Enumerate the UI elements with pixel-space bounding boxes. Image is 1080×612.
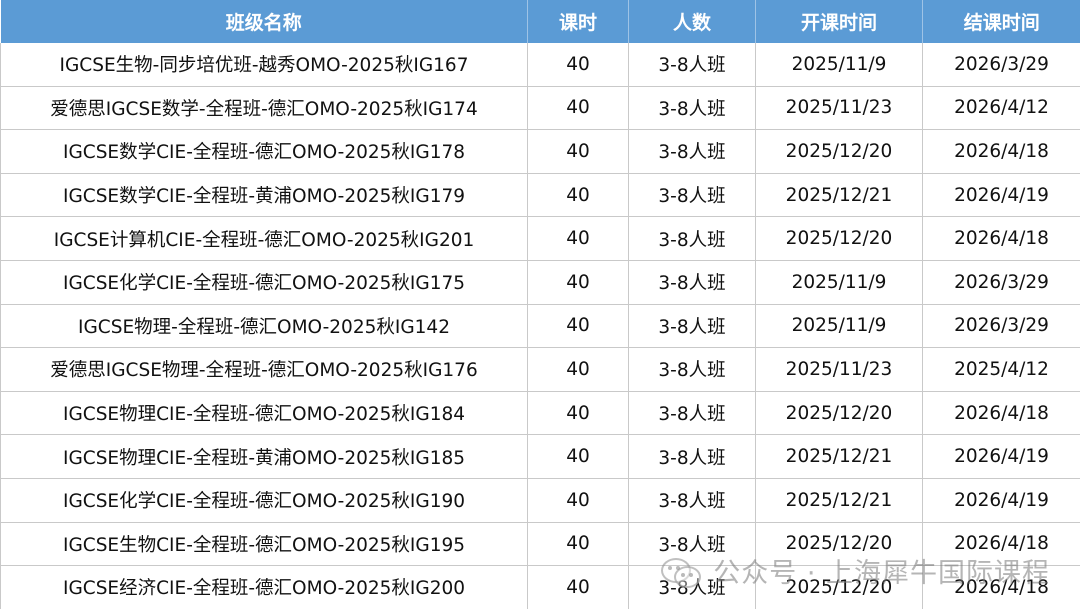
cell-hours: 40 — [527, 43, 629, 87]
table-row: IGCSE生物-同步培优班-越秀OMO-2025秋IG167 40 3-8人班 … — [0, 43, 1080, 87]
cell-hours: 40 — [527, 434, 629, 479]
watermark-text: 公众号 · 上海犀牛国际课程 — [713, 558, 1050, 589]
cell-class-name: IGCSE物理CIE-全程班-德汇OMO-2025秋IG184 — [0, 391, 528, 436]
cell-class-size: 3-8人班 — [628, 304, 756, 349]
cell-class-size: 3-8人班 — [628, 434, 756, 479]
cell-hours: 40 — [527, 391, 629, 436]
table-row: IGCSE数学CIE-全程班-黄浦OMO-2025秋IG179 40 3-8人班… — [0, 173, 1080, 218]
table-row: 爱德思IGCSE数学-全程班-德汇OMO-2025秋IG174 40 3-8人班… — [0, 86, 1080, 131]
cell-class-size: 3-8人班 — [628, 129, 756, 174]
cell-class-name: IGCSE生物-同步培优班-越秀OMO-2025秋IG167 — [0, 43, 528, 87]
table-row: IGCSE计算机CIE-全程班-德汇OMO-2025秋IG201 40 3-8人… — [0, 216, 1080, 261]
cell-hours: 40 — [527, 260, 629, 305]
cell-class-size: 3-8人班 — [628, 43, 756, 87]
cell-class-name: IGCSE化学CIE-全程班-德汇OMO-2025秋IG190 — [0, 478, 528, 523]
cell-class-size: 3-8人班 — [628, 478, 756, 523]
cell-start-date: 2025/11/23 — [755, 347, 923, 392]
cell-class-name: 爱德思IGCSE数学-全程班-德汇OMO-2025秋IG174 — [0, 86, 528, 131]
cell-start-date: 2025/12/20 — [755, 129, 923, 174]
cell-end-date: 2026/4/12 — [922, 86, 1080, 131]
cell-hours: 40 — [527, 86, 629, 131]
cell-start-date: 2025/12/21 — [755, 173, 923, 218]
cell-class-name: IGCSE生物CIE-全程班-德汇OMO-2025秋IG195 — [0, 522, 528, 567]
cell-class-name: IGCSE数学CIE-全程班-黄浦OMO-2025秋IG179 — [0, 173, 528, 218]
cell-end-date: 2026/3/29 — [922, 260, 1080, 305]
cell-start-date: 2025/12/21 — [755, 478, 923, 523]
table-row: IGCSE化学CIE-全程班-德汇OMO-2025秋IG175 40 3-8人班… — [0, 260, 1080, 305]
cell-class-size: 3-8人班 — [628, 347, 756, 392]
cell-class-name: IGCSE化学CIE-全程班-德汇OMO-2025秋IG175 — [0, 260, 528, 305]
cell-end-date: 2026/4/18 — [922, 129, 1080, 174]
cell-class-name: IGCSE计算机CIE-全程班-德汇OMO-2025秋IG201 — [0, 216, 528, 261]
cell-class-name: IGCSE经济CIE-全程班-德汇OMO-2025秋IG200 — [0, 565, 528, 609]
cell-hours: 40 — [527, 173, 629, 218]
cell-hours: 40 — [527, 565, 629, 609]
cell-start-date: 2025/12/20 — [755, 391, 923, 436]
table-row: IGCSE物理CIE-全程班-黄浦OMO-2025秋IG185 40 3-8人班… — [0, 434, 1080, 479]
header-class-size: 人数 — [628, 0, 756, 43]
cell-class-name: IGCSE物理-全程班-德汇OMO-2025秋IG142 — [0, 304, 528, 349]
table-row: IGCSE物理CIE-全程班-德汇OMO-2025秋IG184 40 3-8人班… — [0, 391, 1080, 436]
cell-end-date: 2026/3/29 — [922, 304, 1080, 349]
cell-start-date: 2025/12/21 — [755, 434, 923, 479]
cell-class-name: 爱德思IGCSE物理-全程班-德汇OMO-2025秋IG176 — [0, 347, 528, 392]
table-row: IGCSE物理-全程班-德汇OMO-2025秋IG142 40 3-8人班 20… — [0, 304, 1080, 349]
cell-hours: 40 — [527, 347, 629, 392]
cell-hours: 40 — [527, 304, 629, 349]
cell-end-date: 2026/4/19 — [922, 173, 1080, 218]
cell-class-size: 3-8人班 — [628, 260, 756, 305]
cell-hours: 40 — [527, 478, 629, 523]
wechat-icon — [661, 556, 702, 588]
cell-class-size: 3-8人班 — [628, 216, 756, 261]
cell-end-date: 2026/4/19 — [922, 478, 1080, 523]
table-row: IGCSE化学CIE-全程班-德汇OMO-2025秋IG190 40 3-8人班… — [0, 478, 1080, 523]
cell-start-date: 2025/11/9 — [755, 304, 923, 349]
cell-end-date: 2026/4/19 — [922, 434, 1080, 479]
cell-class-size: 3-8人班 — [628, 86, 756, 131]
cell-hours: 40 — [527, 216, 629, 261]
table-row: 爱德思IGCSE物理-全程班-德汇OMO-2025秋IG176 40 3-8人班… — [0, 347, 1080, 392]
cell-start-date: 2025/11/9 — [755, 260, 923, 305]
cell-start-date: 2025/11/23 — [755, 86, 923, 131]
cell-class-size: 3-8人班 — [628, 173, 756, 218]
header-hours: 课时 — [527, 0, 629, 43]
header-start-date: 开课时间 — [755, 0, 923, 43]
class-schedule-table: 班级名称 课时 人数 开课时间 结课时间 IGCSE生物-同步培优班-越秀OMO… — [0, 0, 1080, 609]
cell-end-date: 2026/4/18 — [922, 216, 1080, 261]
cell-end-date: 2025/4/12 — [922, 347, 1080, 392]
cell-class-name: IGCSE物理CIE-全程班-黄浦OMO-2025秋IG185 — [0, 434, 528, 479]
cell-hours: 40 — [527, 129, 629, 174]
header-end-date: 结课时间 — [922, 0, 1080, 43]
table-row: IGCSE数学CIE-全程班-德汇OMO-2025秋IG178 40 3-8人班… — [0, 129, 1080, 174]
cell-start-date: 2025/11/9 — [755, 43, 923, 87]
cell-end-date: 2026/4/18 — [922, 391, 1080, 436]
header-class-name: 班级名称 — [0, 0, 528, 43]
cell-end-date: 2026/3/29 — [922, 43, 1080, 87]
cell-class-name: IGCSE数学CIE-全程班-德汇OMO-2025秋IG178 — [0, 129, 528, 174]
watermark: 公众号 · 上海犀牛国际课程 — [661, 551, 1050, 590]
cell-start-date: 2025/12/20 — [755, 216, 923, 261]
header-row: 班级名称 课时 人数 开课时间 结课时间 — [0, 0, 1080, 43]
cell-class-size: 3-8人班 — [628, 391, 756, 436]
cell-hours: 40 — [527, 522, 629, 567]
